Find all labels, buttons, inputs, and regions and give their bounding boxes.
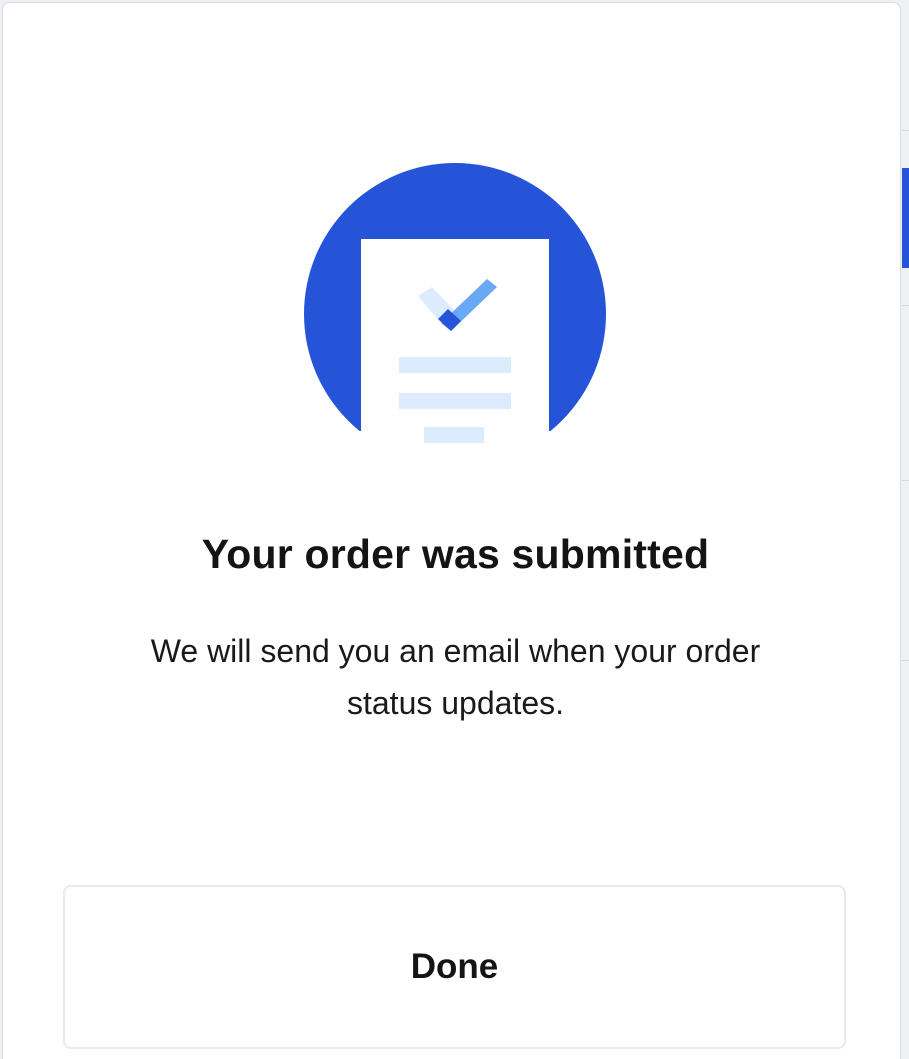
- background-divider: [902, 305, 909, 306]
- background-accent-bar: [902, 168, 909, 268]
- done-button[interactable]: Done: [63, 885, 846, 1049]
- dialog-message: We will send you an email when your orde…: [150, 633, 761, 721]
- document-sheet: [361, 239, 549, 451]
- document-line: [399, 357, 511, 373]
- order-document-check-icon: [304, 163, 606, 451]
- order-submitted-modal: Your order was submitted We will send yo…: [2, 2, 901, 1059]
- document-line: [399, 393, 511, 409]
- background-divider: [902, 480, 909, 481]
- background-divider: [902, 130, 909, 131]
- order-confirmation-screen: Your order was submitted We will send yo…: [0, 0, 909, 1059]
- dialog-title: Your order was submitted: [201, 531, 710, 577]
- document-line: [424, 427, 484, 443]
- background-divider: [902, 660, 909, 661]
